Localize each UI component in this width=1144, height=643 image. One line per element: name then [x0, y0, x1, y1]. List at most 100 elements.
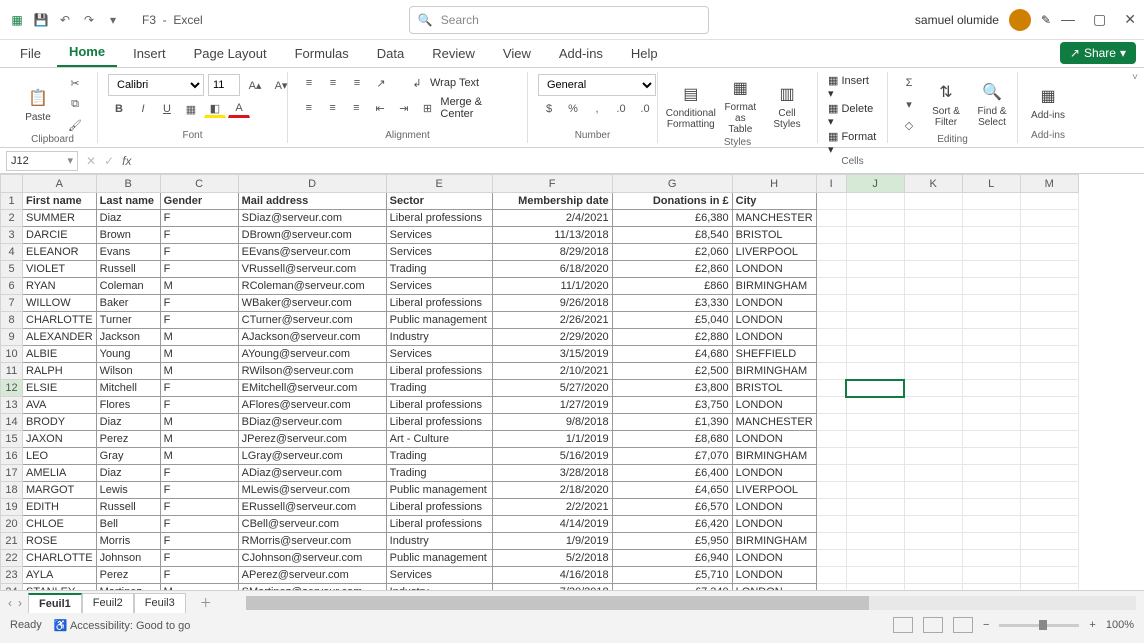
cell-L16[interactable] [962, 448, 1020, 465]
cell-K24[interactable] [904, 584, 962, 591]
cell-I22[interactable] [816, 550, 846, 567]
cell-J8[interactable] [846, 312, 904, 329]
cell-E14[interactable]: Liberal professions [386, 414, 492, 431]
cell-L18[interactable] [962, 482, 1020, 499]
cell-G16[interactable]: £7,070 [612, 448, 732, 465]
font-size-input[interactable] [208, 74, 240, 96]
cell-D11[interactable]: RWilson@serveur.com [238, 363, 386, 380]
cell-I9[interactable] [816, 329, 846, 346]
cell-A20[interactable]: CHLOE [23, 516, 97, 533]
cell-D8[interactable]: CTurner@serveur.com [238, 312, 386, 329]
tab-formulas[interactable]: Formulas [283, 40, 361, 67]
cell-M20[interactable] [1020, 516, 1078, 533]
cell-G12[interactable]: £3,800 [612, 380, 732, 397]
cell-B9[interactable]: Jackson [96, 329, 160, 346]
cell-K6[interactable] [904, 278, 962, 295]
cell-M18[interactable] [1020, 482, 1078, 499]
row-header-8[interactable]: 8 [1, 312, 23, 329]
cell-A8[interactable]: CHARLOTTE [23, 312, 97, 329]
prev-sheet-icon[interactable]: ‹ [8, 596, 12, 610]
column-header-J[interactable]: J [846, 175, 904, 193]
cell-C23[interactable]: F [160, 567, 238, 584]
cell-G7[interactable]: £3,330 [612, 295, 732, 312]
normal-view-icon[interactable] [893, 617, 913, 633]
accessibility-status[interactable]: ♿ Accessibility: Good to go [54, 619, 191, 632]
cell-D12[interactable]: EMitchell@serveur.com [238, 380, 386, 397]
cell-B13[interactable]: Flores [96, 397, 160, 414]
cell-M9[interactable] [1020, 329, 1078, 346]
cell-I20[interactable] [816, 516, 846, 533]
bold-icon[interactable]: B [108, 100, 130, 118]
fill-color-icon[interactable]: ◧ [204, 100, 226, 118]
cell-K1[interactable] [904, 193, 962, 210]
tab-insert[interactable]: Insert [121, 40, 178, 67]
cell-C16[interactable]: M [160, 448, 238, 465]
row-header-2[interactable]: 2 [1, 210, 23, 227]
cell-J17[interactable] [846, 465, 904, 482]
cell-M13[interactable] [1020, 397, 1078, 414]
cell-J23[interactable] [846, 567, 904, 584]
cell-K15[interactable] [904, 431, 962, 448]
row-header-24[interactable]: 24 [1, 584, 23, 591]
cell-I10[interactable] [816, 346, 846, 363]
cell-L8[interactable] [962, 312, 1020, 329]
cell-C21[interactable]: F [160, 533, 238, 550]
user-name[interactable]: samuel olumide [915, 13, 999, 27]
page-layout-view-icon[interactable] [923, 617, 943, 633]
cell-J21[interactable] [846, 533, 904, 550]
underline-icon[interactable]: U [156, 100, 178, 118]
cell-G13[interactable]: £3,750 [612, 397, 732, 414]
zoom-out-icon[interactable]: − [983, 619, 989, 631]
cell-A12[interactable]: ELSIE [23, 380, 97, 397]
cell-M24[interactable] [1020, 584, 1078, 591]
cell-B6[interactable]: Coleman [96, 278, 160, 295]
cell-F18[interactable]: 2/18/2020 [492, 482, 612, 499]
cell-D19[interactable]: ERussell@serveur.com [238, 499, 386, 516]
cell-F23[interactable]: 4/16/2018 [492, 567, 612, 584]
cell-A24[interactable]: STANLEY [23, 584, 97, 591]
cell-I2[interactable] [816, 210, 846, 227]
cell-G14[interactable]: £1,390 [612, 414, 732, 431]
share-button[interactable]: ↗ Share ▾ [1060, 42, 1136, 64]
cell-J11[interactable] [846, 363, 904, 380]
cell-M4[interactable] [1020, 244, 1078, 261]
cell-C14[interactable]: M [160, 414, 238, 431]
cell-H5[interactable]: LONDON [732, 261, 816, 278]
cell-E6[interactable]: Services [386, 278, 492, 295]
cell-I14[interactable] [816, 414, 846, 431]
addins-button[interactable]: ▦Add-ins [1028, 82, 1068, 123]
cell-B15[interactable]: Perez [96, 431, 160, 448]
cell-F13[interactable]: 1/27/2019 [492, 397, 612, 414]
cell-C11[interactable]: M [160, 363, 238, 380]
row-header-19[interactable]: 19 [1, 499, 23, 516]
cell-E5[interactable]: Trading [386, 261, 492, 278]
cell-C3[interactable]: F [160, 227, 238, 244]
cell-L13[interactable] [962, 397, 1020, 414]
cell-I7[interactable] [816, 295, 846, 312]
cell-F6[interactable]: 11/1/2020 [492, 278, 612, 295]
cut-icon[interactable]: ✂ [64, 74, 86, 92]
cell-K21[interactable] [904, 533, 962, 550]
cell-C24[interactable]: M [160, 584, 238, 591]
cell-G6[interactable]: £860 [612, 278, 732, 295]
cell-H21[interactable]: BIRMINGHAM [732, 533, 816, 550]
row-header-3[interactable]: 3 [1, 227, 23, 244]
cell-M8[interactable] [1020, 312, 1078, 329]
cell-G15[interactable]: £8,680 [612, 431, 732, 448]
cell-H1[interactable]: City [732, 193, 816, 210]
cell-D18[interactable]: MLewis@serveur.com [238, 482, 386, 499]
cell-I23[interactable] [816, 567, 846, 584]
column-header-G[interactable]: G [612, 175, 732, 193]
cell-A14[interactable]: BRODY [23, 414, 97, 431]
cell-F4[interactable]: 8/29/2018 [492, 244, 612, 261]
spreadsheet-grid[interactable]: ABCDEFGHIJKLM1First nameLast nameGenderM… [0, 174, 1144, 590]
cell-J7[interactable] [846, 295, 904, 312]
cell-K12[interactable] [904, 380, 962, 397]
cell-styles-button[interactable]: ▥Cell Styles [767, 80, 807, 132]
cell-H3[interactable]: BRISTOL [732, 227, 816, 244]
cell-I17[interactable] [816, 465, 846, 482]
row-header-5[interactable]: 5 [1, 261, 23, 278]
cell-C20[interactable]: F [160, 516, 238, 533]
cell-B7[interactable]: Baker [96, 295, 160, 312]
cell-J20[interactable] [846, 516, 904, 533]
